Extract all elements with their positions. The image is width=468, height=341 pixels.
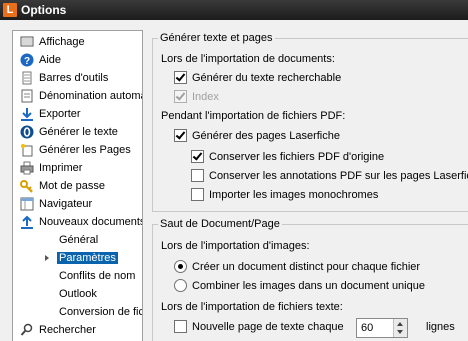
nav-item-exporter[interactable]: Exporter [13,105,142,123]
document-naming-icon [21,89,33,103]
nav-subitem-parametres[interactable]: Paramètres [13,249,142,267]
nav-item-generer-texte[interactable]: Générer le texte [13,123,142,141]
options-nav-tree[interactable]: Affichage ? Aide Barres d'outils Dénomin… [12,30,143,341]
nav-item-label: Générer les Pages [39,144,131,156]
nav-item-mot-de-passe[interactable]: Mot de passe [13,177,142,195]
nav-item-label: Navigateur [39,198,93,210]
spinner-buttons[interactable] [393,319,407,337]
nav-item-nouveaux-documents[interactable]: Nouveaux documents [13,213,143,231]
keep-annotations-checkbox[interactable] [191,169,204,182]
nav-subitem-conflits[interactable]: Conflits de nom [13,267,142,285]
nav-item-generer-pages[interactable]: Générer les Pages [13,141,142,159]
nav-item-label: Conversion de fic [59,306,143,318]
separate-document-label[interactable]: Créer un document distinct pour chaque f… [192,261,420,273]
key-icon [20,180,33,193]
nav-item-label: Conflits de nom [59,270,136,282]
nav-item-label: Outlook [59,288,97,300]
nav-subitem-outlook[interactable]: Outlook [13,285,142,303]
nav-item-label: Général [59,234,99,246]
svg-text:?: ? [24,56,30,67]
nav-item-label: Dénomination automa [39,90,143,102]
generate-text-legend: Générer texte et pages [158,32,275,44]
index-checkbox [174,90,187,103]
combine-images-radio[interactable] [174,279,187,292]
nav-item-rechercher[interactable]: Rechercher [13,321,142,339]
display-icon [20,36,34,47]
new-page-each-label[interactable]: Nouvelle page de texte chaque [192,321,344,333]
import-monochrome-checkbox[interactable] [191,188,204,201]
page-break-legend: Saut de Document/Page [158,218,282,230]
separate-document-radio[interactable] [174,260,187,273]
searchable-text-label[interactable]: Générer du texte recherchable [192,72,341,84]
expand-arrow-icon[interactable] [45,255,49,261]
combine-images-label[interactable]: Combiner les images dans un document uni… [192,280,425,292]
nav-item-label: Affichage [39,36,85,48]
navigator-icon [20,197,34,211]
generate-pages-icon [21,144,33,157]
searchable-text-checkbox[interactable] [174,71,187,84]
nav-item-aide[interactable]: ? Aide [13,51,142,69]
nav-item-affichage[interactable]: Affichage [13,33,142,51]
keep-original-pdf-checkbox[interactable] [191,150,204,163]
lines-unit-label: lignes [426,321,455,333]
search-icon [20,323,33,336]
export-icon [21,108,33,121]
nav-item-label: Exporter [39,108,81,120]
import-images-label: Lors de l'importation d'images: [161,240,310,252]
help-icon: ? [20,53,34,67]
lines-spinner[interactable]: 60 [356,318,408,338]
keep-annotations-label[interactable]: Conserver les annotations PDF sur les pa… [209,170,468,182]
laserfiche-app-icon: L [3,3,17,17]
nav-item-label: Aide [39,54,62,66]
nav-item-label: Paramètres [57,252,118,264]
nav-subitem-conversion[interactable]: Conversion de fic [13,303,143,321]
laserfiche-pages-label[interactable]: Générer des pages Laserfiche [192,130,340,142]
toolbar-icon [22,71,32,85]
spin-down-icon[interactable] [397,330,403,334]
new-page-each-checkbox[interactable] [174,320,187,333]
nav-subitem-general[interactable]: Général [13,231,142,249]
nav-item-barres-outils[interactable]: Barres d'outils [13,69,142,87]
index-label: Index [192,91,219,103]
ocr-icon [20,125,34,139]
spin-up-icon[interactable] [397,322,403,326]
import-icon [21,215,33,229]
nav-item-label: Imprimer [39,162,83,174]
lines-value-input[interactable]: 60 [361,322,373,334]
import-text-files-label: Lors de l'importation de fichiers texte: [161,301,343,313]
title-bar: L Options [0,0,468,20]
pdf-import-label: Pendant l'importation de fichiers PDF: [161,110,346,122]
nav-item-label: Générer le texte [39,126,118,138]
window-title: Options [21,3,67,17]
printer-icon [20,161,34,175]
import-monochrome-label[interactable]: Importer les images monochromes [209,189,378,201]
nav-item-denomination[interactable]: Dénomination automa [13,87,143,105]
keep-original-pdf-label[interactable]: Conserver les fichiers PDF d'origine [209,151,384,163]
nav-item-label: Nouveaux documents [39,216,143,228]
nav-item-navigateur[interactable]: Navigateur [13,195,142,213]
nav-item-label: Rechercher [39,324,96,336]
nav-item-imprimer[interactable]: Imprimer [13,159,142,177]
import-documents-label: Lors de l'importation de documents: [161,53,335,65]
laserfiche-pages-checkbox[interactable] [174,129,187,142]
nav-item-label: Mot de passe [39,180,106,192]
nav-item-label: Barres d'outils [39,72,109,84]
